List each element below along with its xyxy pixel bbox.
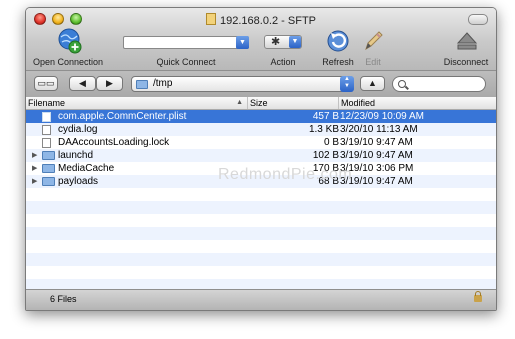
up-arrow-icon: ▲ <box>368 78 377 88</box>
quick-connect-label: Quick Connect <box>156 57 216 67</box>
row-stripe <box>26 201 496 214</box>
watermark-text: RedmondPie.com <box>218 166 353 183</box>
chevron-down-icon[interactable]: ▼ <box>236 36 249 49</box>
file-icon <box>42 125 51 135</box>
window-title: 192.168.0.2 - SFTP <box>26 13 496 27</box>
globe-plus-icon <box>58 28 82 54</box>
action-label: Action <box>270 57 296 67</box>
file-icon <box>42 112 51 122</box>
file-name: com.apple.CommCenter.plist <box>58 111 187 122</box>
updown-arrows-icon: ▲ ▼ <box>340 76 354 92</box>
folder-icon <box>136 80 148 89</box>
disclosure-triangle-icon[interactable]: ▶ <box>32 149 37 162</box>
disclosure-triangle-icon[interactable]: ▶ <box>32 162 37 175</box>
path-selector[interactable]: /tmp ▲ ▼ <box>131 76 354 92</box>
lock-icon <box>474 291 482 302</box>
modified-header-label: Modified <box>341 98 376 108</box>
path-text: /tmp <box>153 78 173 89</box>
file-list-header: Filename ▲ Size Modified <box>26 97 496 110</box>
sftp-window: 192.168.0.2 - SFTP Open Connection ▼ Qui… <box>25 7 497 311</box>
disconnect-label: Disconnect <box>443 57 489 67</box>
pencil-icon <box>365 31 383 51</box>
file-modified: 12/23/09 10:09 AM <box>340 111 424 122</box>
bookmarks-button[interactable]: ▭▭ <box>34 76 58 91</box>
size-header-label: Size <box>250 98 268 108</box>
sort-ascending-icon: ▲ <box>236 99 243 106</box>
column-header-modified[interactable]: Modified <box>339 97 496 109</box>
filename-header-label: Filename <box>28 98 66 108</box>
edit-label: Edit <box>365 57 381 67</box>
file-size: 0 B <box>323 137 339 148</box>
file-row[interactable]: com.apple.CommCenter.plist 457 B 12/23/0… <box>26 110 496 123</box>
refresh-label: Refresh <box>322 57 354 67</box>
document-icon <box>206 13 216 25</box>
file-name: DAAccountsLoading.lock <box>58 137 170 148</box>
back-button[interactable]: ◀ <box>69 76 96 91</box>
forward-arrow-icon: ▶ <box>106 78 113 88</box>
search-icon <box>398 80 406 88</box>
file-size: 1.3 KB <box>308 124 339 135</box>
folder-icon <box>42 164 55 173</box>
chevron-down-icon: ▼ <box>289 36 301 48</box>
book-icon: ▭▭ <box>37 78 55 88</box>
status-bar: 6 Files <box>26 289 496 310</box>
disclosure-triangle-icon[interactable]: ▶ <box>32 175 37 188</box>
eject-icon <box>456 32 478 50</box>
column-header-filename[interactable]: Filename ▲ <box>26 97 248 109</box>
file-name: MediaCache <box>58 163 115 174</box>
quick-connect-combobox[interactable]: ▼ <box>123 36 249 49</box>
folder-row[interactable]: ▶ launchd 102 B 3/19/10 9:47 AM <box>26 149 496 162</box>
file-row[interactable]: cydia.log 1.3 KB 3/20/10 11:13 AM <box>26 123 496 136</box>
refresh-icon <box>327 30 349 52</box>
file-size: 457 B <box>312 111 339 122</box>
file-modified: 3/20/10 11:13 AM <box>340 124 418 135</box>
folder-icon <box>42 151 55 160</box>
search-field[interactable] <box>392 76 486 92</box>
forward-button[interactable]: ▶ <box>96 76 123 91</box>
toolbar-toggle-button[interactable] <box>468 14 488 25</box>
gear-icon: ✱ <box>271 36 281 48</box>
row-stripe <box>26 253 496 266</box>
back-arrow-icon: ◀ <box>79 78 86 88</box>
file-size: 102 B <box>312 150 339 161</box>
folder-icon <box>42 177 55 186</box>
file-modified: 3/19/10 9:47 AM <box>340 150 413 161</box>
file-name: launchd <box>58 150 94 161</box>
window-title-text: 192.168.0.2 - SFTP <box>220 15 316 27</box>
file-name: cydia.log <box>58 124 98 135</box>
open-connection-label: Open Connection <box>33 57 104 67</box>
file-modified: 3/19/10 9:47 AM <box>340 137 413 148</box>
file-icon <box>42 138 51 148</box>
navigation-bar: ▭▭ ◀ ▶ /tmp ▲ ▼ ▲ <box>26 70 496 98</box>
file-name: payloads <box>58 176 99 187</box>
parent-directory-button[interactable]: ▲ <box>360 76 385 91</box>
row-stripe <box>26 227 496 240</box>
file-list: com.apple.CommCenter.plist 457 B 12/23/0… <box>26 110 496 292</box>
file-count: 6 Files <box>50 294 77 304</box>
file-row[interactable]: DAAccountsLoading.lock 0 B 3/19/10 9:47 … <box>26 136 496 149</box>
action-menu-button[interactable]: ✱ ▼ <box>264 35 302 49</box>
titlebar-toolbar: 192.168.0.2 - SFTP Open Connection ▼ Qui… <box>26 8 496 70</box>
column-header-size[interactable]: Size <box>248 97 339 109</box>
